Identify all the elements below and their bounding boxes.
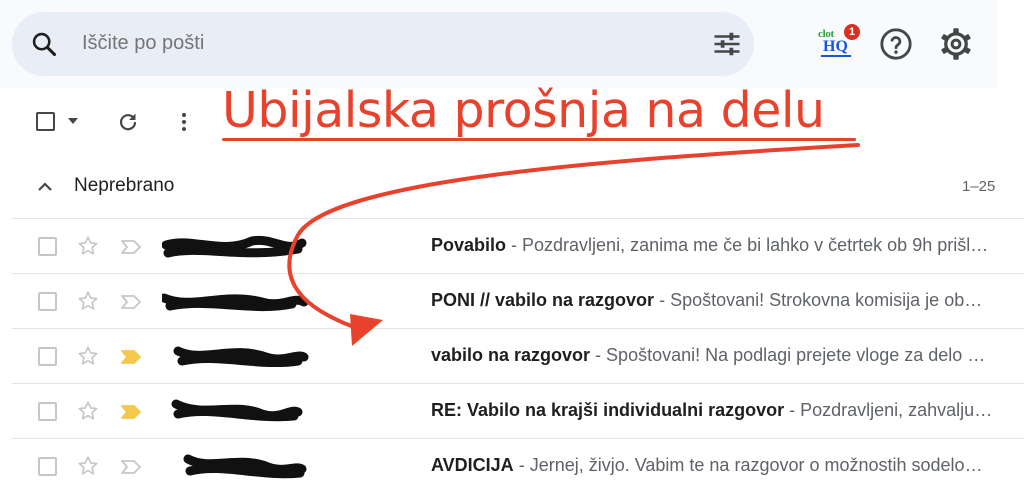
star-icon[interactable] (77, 400, 99, 422)
email-snippet: Pozdravljeni, zahvalju… (800, 400, 993, 420)
email-preview: PONI // vabilo na razgovor - Spoštovani!… (431, 290, 1024, 311)
email-preview: Povabilo - Pozdravljeni, zanima me če bi… (431, 235, 1024, 256)
importance-marker-icon[interactable] (120, 459, 142, 475)
redacted-sender (171, 399, 303, 422)
subject-separator: - (506, 235, 523, 255)
help-icon[interactable] (879, 27, 913, 61)
email-row[interactable]: AVDICIJA - Jernej, živjo. Vabim te na ra… (12, 438, 1024, 493)
collapse-chevron-up-icon[interactable] (36, 180, 54, 194)
redacted-sender (162, 235, 307, 258)
redacted-sender (162, 293, 309, 312)
top-bar: clot HQ 1 (0, 0, 1024, 88)
email-row[interactable]: RE: Vabilo na krajši individualni razgov… (12, 383, 1024, 438)
email-snippet: Jernej, živjo. Vabim te na razgovor o mo… (529, 455, 983, 475)
search-icon[interactable] (30, 30, 58, 58)
row-checkbox[interactable] (38, 347, 57, 366)
star-icon[interactable] (77, 290, 99, 312)
star-icon[interactable] (77, 235, 99, 257)
clothq-addon-icon[interactable]: clot HQ 1 (815, 24, 860, 60)
annotation-underline (222, 138, 856, 141)
email-snippet: Spoštovani! Strokovna komisija je ob… (670, 290, 983, 310)
star-icon[interactable] (77, 345, 99, 367)
row-checkbox[interactable] (38, 457, 57, 476)
addon-underline (821, 55, 851, 57)
email-row[interactable]: Povabilo - Pozdravljeni, zanima me če bi… (12, 218, 1024, 273)
addon-badge: 1 (844, 24, 860, 40)
importance-marker-icon[interactable] (120, 349, 142, 365)
email-preview: AVDICIJA - Jernej, živjo. Vabim te na ra… (431, 455, 1024, 476)
email-subject: PONI // vabilo na razgovor (431, 290, 655, 310)
top-bar-edge (997, 0, 1024, 88)
importance-marker-icon[interactable] (120, 239, 142, 255)
email-subject: AVDICIJA (431, 455, 514, 475)
email-snippet: Spoštovani! Na podlagi prejete vloge za … (606, 345, 986, 365)
select-all-checkbox[interactable] (36, 112, 55, 131)
addon-hq-label: HQ (823, 38, 848, 55)
email-row[interactable]: PONI // vabilo na razgovor - Spoštovani!… (12, 273, 1024, 328)
pagination-count: 1–25 (962, 178, 996, 195)
subject-separator: - (784, 400, 801, 420)
section-title: Neprebrano (74, 175, 175, 196)
star-icon[interactable] (77, 455, 99, 477)
email-subject: RE: Vabilo na krajši individualni razgov… (431, 400, 785, 420)
more-options-icon[interactable] (172, 110, 196, 134)
subject-separator: - (513, 455, 530, 475)
search-bar[interactable] (12, 12, 754, 76)
email-preview: vabilo na razgovor - Spoštovani! Na podl… (431, 345, 1024, 366)
redacted-sender (183, 454, 307, 479)
redacted-sender (173, 346, 309, 368)
email-snippet: Pozdravljeni, zanima me če bi lahko v če… (522, 235, 989, 255)
row-checkbox[interactable] (38, 402, 57, 421)
search-input[interactable] (82, 32, 642, 55)
refresh-icon[interactable] (116, 110, 140, 134)
email-row[interactable]: vabilo na razgovor - Spoštovani! Na podl… (12, 328, 1024, 383)
importance-marker-icon[interactable] (120, 294, 142, 310)
email-subject: Povabilo (431, 235, 507, 255)
subject-separator: - (654, 290, 671, 310)
settings-gear-icon[interactable] (938, 26, 974, 62)
email-preview: RE: Vabilo na krajši individualni razgov… (431, 400, 1024, 421)
row-checkbox[interactable] (38, 237, 57, 256)
row-checkbox[interactable] (38, 292, 57, 311)
search-options-icon[interactable] (712, 29, 742, 59)
importance-marker-icon[interactable] (120, 404, 142, 420)
email-subject: vabilo na razgovor (431, 345, 591, 365)
annotation-title: Ubijalska prošnja na delu (222, 82, 825, 139)
select-dropdown-caret-icon[interactable] (67, 117, 79, 125)
subject-separator: - (590, 345, 607, 365)
